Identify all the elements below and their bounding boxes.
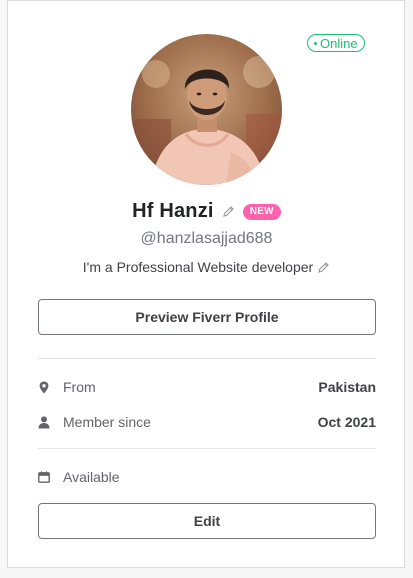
tagline-row: I'm a Professional Website developer xyxy=(0,259,413,275)
profile-name: Hf Hanzi xyxy=(132,200,214,222)
availability-label: Available xyxy=(63,469,120,485)
calendar-icon xyxy=(38,470,50,484)
tagline: I'm a Professional Website developer xyxy=(82,259,314,275)
detail-label: Member since xyxy=(63,414,151,430)
detail-value: Oct 2021 xyxy=(317,414,376,430)
edit-name-pencil-icon[interactable] xyxy=(222,205,235,218)
location-pin-icon xyxy=(38,380,50,394)
avatar-image xyxy=(131,34,282,185)
status-dot-icon xyxy=(314,41,317,45)
divider xyxy=(38,358,376,359)
detail-row-member-since: Member since Oct 2021 xyxy=(38,412,376,432)
divider xyxy=(38,448,376,449)
detail-label: From xyxy=(63,379,96,395)
detail-row-from: From Pakistan xyxy=(38,377,376,397)
username: @hanzlasajjad688 xyxy=(140,230,273,247)
edit-tagline-pencil-icon[interactable] xyxy=(317,261,330,274)
edit-button[interactable]: Edit xyxy=(38,503,376,539)
detail-value: Pakistan xyxy=(318,379,376,395)
avatar[interactable] xyxy=(131,34,282,185)
name-row: Hf Hanzi NEW xyxy=(0,200,413,223)
status-label: Online xyxy=(320,35,358,51)
status-badge: Online xyxy=(307,34,365,52)
preview-profile-button[interactable]: Preview Fiverr Profile xyxy=(38,299,376,335)
user-icon xyxy=(38,415,50,429)
availability-row[interactable]: Available xyxy=(38,467,376,487)
new-badge: NEW xyxy=(242,203,281,220)
